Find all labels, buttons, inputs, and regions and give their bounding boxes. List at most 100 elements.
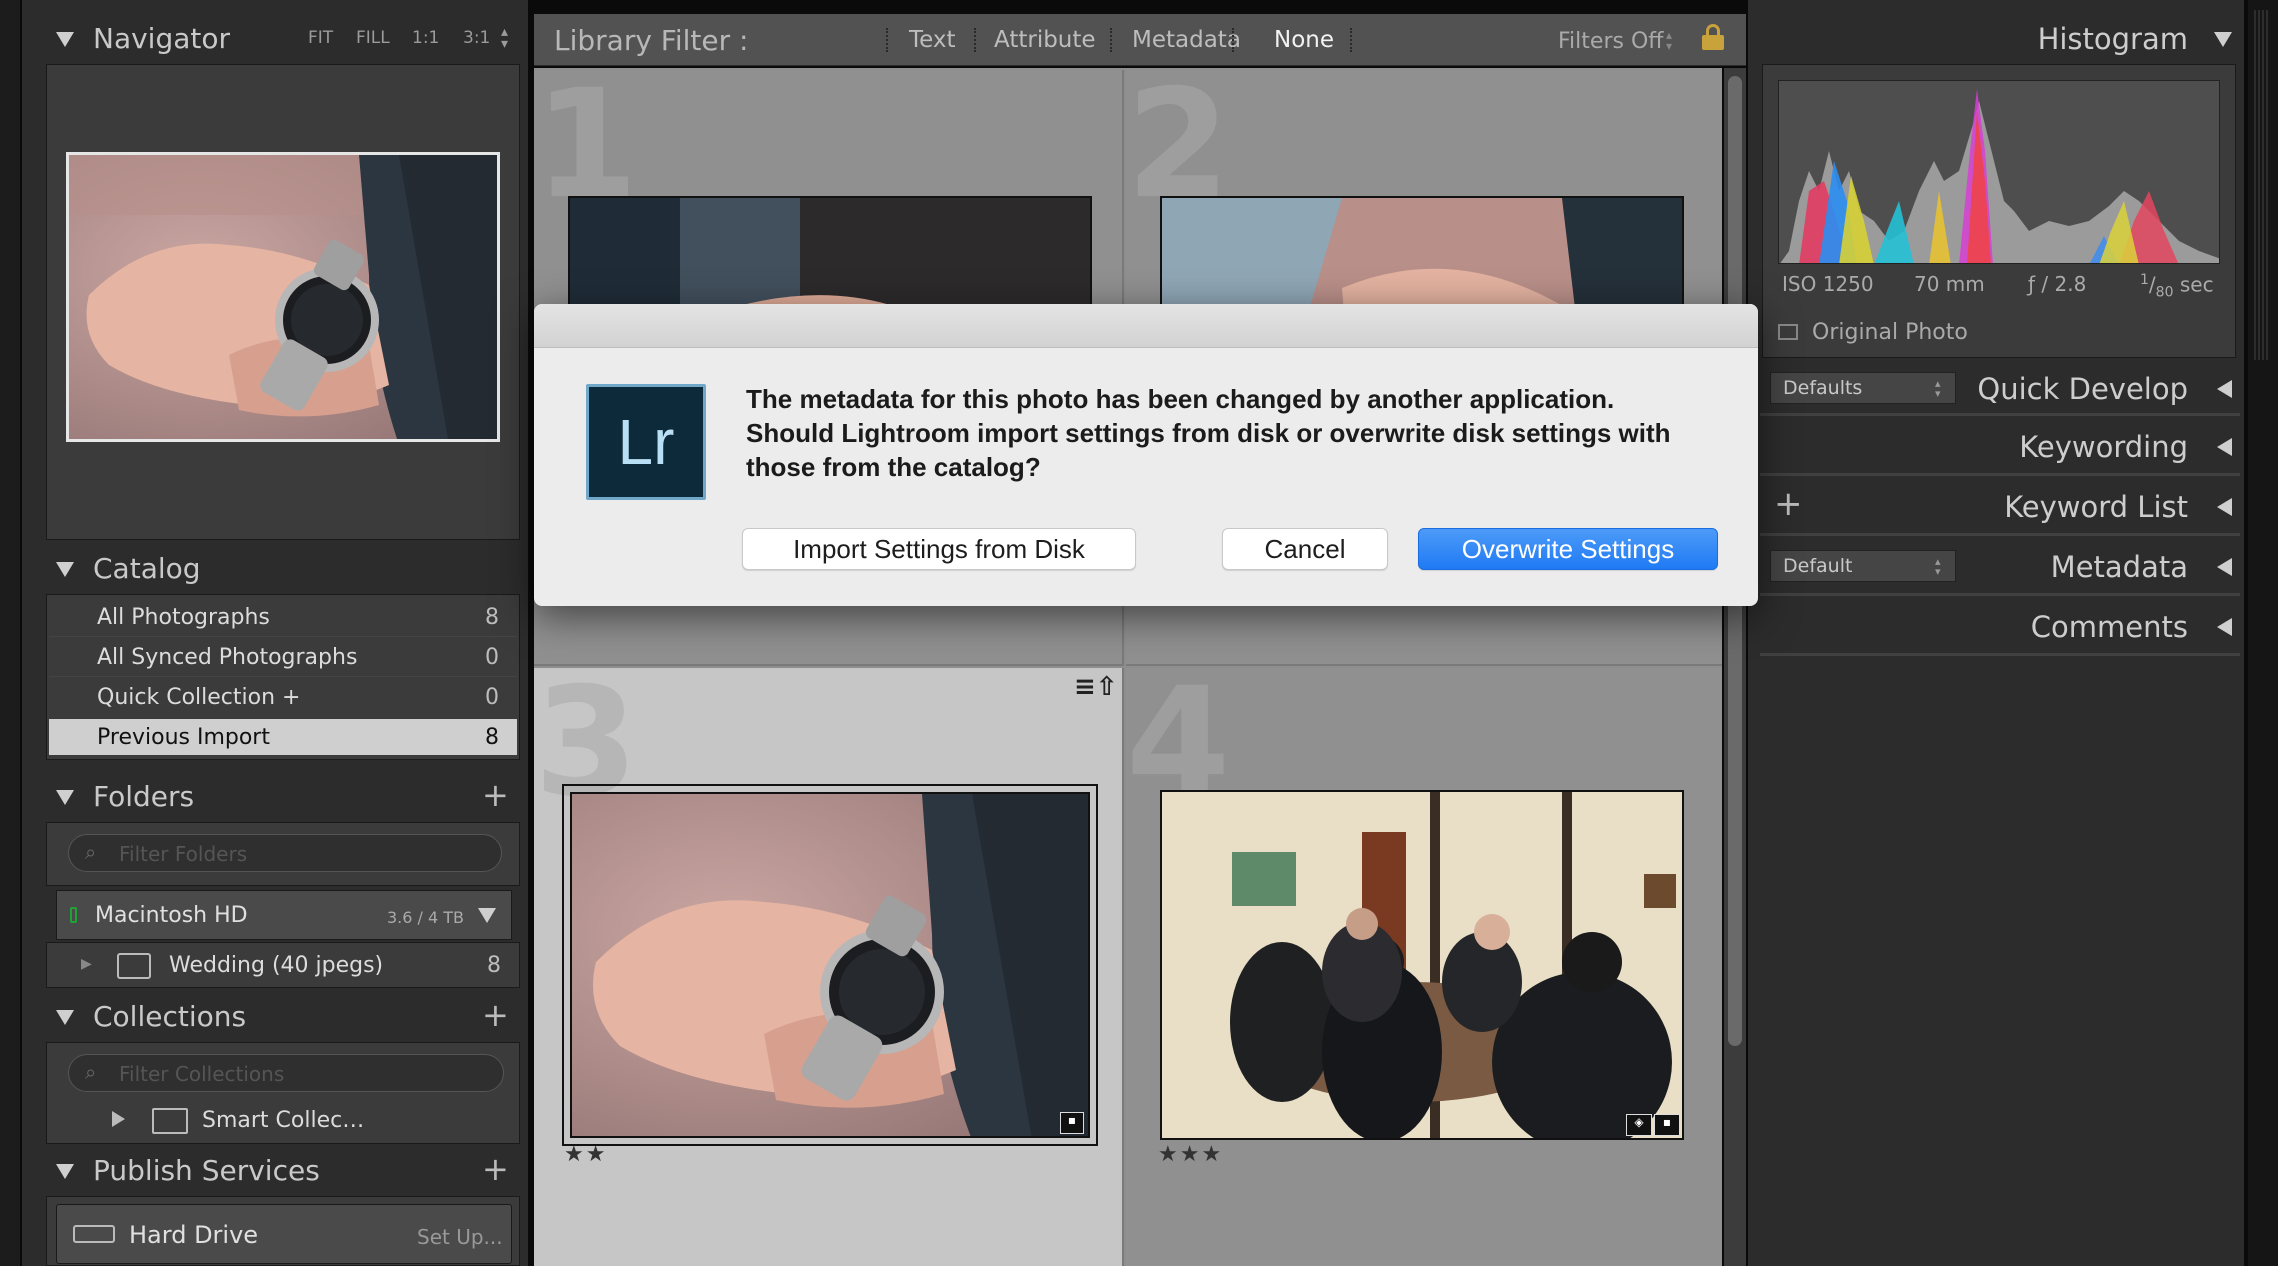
comments-title: Comments — [2030, 610, 2188, 644]
comments-header[interactable]: Comments — [1760, 604, 2240, 656]
keyword-list-header[interactable]: + Keyword List — [1760, 484, 2240, 536]
collection-disclosure-icon[interactable] — [112, 1111, 125, 1127]
filter-tab-attribute[interactable]: Attribute — [994, 27, 1096, 53]
comment-badge-icon[interactable]: ▪ — [1654, 1114, 1680, 1136]
volume-expand-icon[interactable] — [478, 908, 496, 923]
smart-collection-icon — [152, 1108, 188, 1134]
zoom-1to1[interactable]: 1:1 — [412, 28, 439, 48]
histogram-chart — [1780, 89, 2219, 263]
collection-item-smart[interactable]: Smart Collec… — [48, 1100, 518, 1140]
grid-photo-3[interactable]: ▪ — [570, 792, 1090, 1138]
catalog-item-all-photographs[interactable]: All Photographs 8 — [49, 599, 517, 637]
original-photo-label: Original Photo — [1812, 320, 1968, 345]
exif-shutter-unit: sec — [2179, 272, 2214, 297]
watch-photo-image — [69, 155, 497, 439]
quick-develop-preset-select[interactable]: Defaults ▴ ▾ — [1770, 372, 1956, 404]
collapse-triangle-icon[interactable] — [56, 1164, 74, 1179]
keyword-list-title: Keyword List — [2004, 490, 2188, 524]
catalog-item-label: Previous Import — [97, 725, 270, 750]
filter-divider — [974, 28, 976, 52]
publish-services-header[interactable]: Publish Services + — [40, 1150, 520, 1194]
folder-row-wedding[interactable]: ▶ Wedding (40 jpegs) 8 — [46, 942, 520, 988]
catalog-header[interactable]: Catalog — [40, 548, 520, 592]
preset-value: Default — [1783, 555, 1853, 577]
publish-service-hard-drive[interactable]: Hard Drive Set Up... — [56, 1204, 512, 1264]
catalog-item-count: 8 — [485, 725, 499, 750]
add-publish-plus-icon[interactable]: + — [482, 1150, 509, 1188]
expand-triangle-icon[interactable] — [2217, 618, 2232, 636]
filter-divider — [886, 28, 888, 52]
expand-triangle-icon[interactable] — [2217, 438, 2232, 456]
zoom-3to1[interactable]: 3:1 — [463, 28, 490, 48]
import-settings-from-disk-button[interactable]: Import Settings from Disk — [742, 528, 1136, 570]
navigator-title: Navigator — [93, 22, 231, 55]
publish-setup-link[interactable]: Set Up... — [417, 1225, 503, 1249]
dialog-message: The metadata for this photo has been cha… — [746, 384, 1671, 482]
filter-tab-metadata[interactable]: Metadata — [1132, 27, 1241, 53]
lock-icon[interactable] — [1702, 24, 1724, 50]
catalog-title: Catalog — [93, 552, 201, 585]
keywording-header[interactable]: Keywording — [1760, 424, 2240, 476]
metadata-changed-warning-icon[interactable]: ≡⇧ — [1074, 672, 1118, 702]
metadata-conflict-dialog: Lr The metadata for this photo has been … — [534, 304, 1758, 606]
grid-cell-rating[interactable]: ★★★ — [1158, 1142, 1223, 1167]
collections-header[interactable]: Collections + — [40, 996, 520, 1040]
right-edge-handle — [2254, 10, 2268, 360]
add-keyword-plus-icon[interactable]: + — [1774, 484, 1803, 524]
histogram-graph[interactable] — [1778, 80, 2220, 264]
filters-off-dropdown[interactable]: Filters Off — [1558, 29, 1663, 54]
photo-4-image — [1162, 792, 1682, 1138]
overwrite-settings-button[interactable]: Overwrite Settings — [1418, 528, 1718, 570]
lightroom-app-icon: Lr — [586, 384, 706, 500]
filter-folders-input[interactable]: ⌕ Filter Folders — [68, 834, 502, 872]
exif-aperture: ƒ / 2.8 — [2028, 272, 2087, 296]
add-collection-plus-icon[interactable]: + — [482, 996, 509, 1034]
cancel-button[interactable]: Cancel — [1222, 528, 1388, 570]
navigator-header[interactable]: Navigator FIT FILL 1:1 3:1 ▴ ▾ — [40, 18, 520, 62]
zoom-stepper-icon[interactable]: ▴ ▾ — [501, 25, 508, 51]
metadata-header[interactable]: Default ▴ ▾ Metadata — [1760, 544, 2240, 596]
folder-disclosure-icon[interactable]: ▶ — [81, 956, 92, 972]
exif-iso: ISO 1250 — [1782, 272, 1874, 296]
grid-photo-4[interactable]: ◈ ▪ — [1160, 790, 1684, 1140]
checkbox-icon[interactable] — [1778, 324, 1798, 340]
catalog-item-quick-collection[interactable]: Quick Collection + 0 — [49, 679, 517, 717]
filter-folders-placeholder: Filter Folders — [119, 842, 248, 866]
catalog-list: All Photographs 8 All Synced Photographs… — [46, 594, 520, 760]
volume-size: 3.6 / 4 TB — [387, 908, 465, 927]
preset-value: Defaults — [1783, 377, 1863, 399]
collapse-triangle-icon[interactable] — [2214, 32, 2232, 47]
catalog-item-count: 0 — [485, 685, 499, 710]
expand-triangle-icon[interactable] — [2217, 558, 2232, 576]
collapse-triangle-icon[interactable] — [56, 790, 74, 805]
metadata-preset-select[interactable]: Default ▴ ▾ — [1770, 550, 1956, 582]
navigator-preview-photo[interactable] — [66, 152, 500, 442]
grid-scrollbar-track[interactable] — [1724, 68, 1746, 1266]
filter-tab-none[interactable]: None — [1274, 27, 1334, 53]
filter-tab-text[interactable]: Text — [909, 27, 956, 53]
collapse-triangle-icon[interactable] — [56, 562, 74, 577]
filters-stepper-icon[interactable]: ▴ ▾ — [1666, 29, 1672, 52]
quick-develop-title: Quick Develop — [1977, 372, 2188, 406]
histogram-header[interactable]: Histogram — [1760, 18, 2240, 62]
catalog-item-count: 0 — [485, 645, 499, 670]
zoom-fit[interactable]: FIT — [308, 28, 333, 48]
catalog-item-label: All Photographs — [97, 605, 270, 630]
library-filter-title: Library Filter : — [554, 24, 749, 57]
folders-header[interactable]: Folders + — [40, 776, 520, 820]
comment-badge-icon[interactable]: ▪ — [1060, 1112, 1084, 1134]
expand-triangle-icon[interactable] — [2217, 498, 2232, 516]
volume-macintosh-hd[interactable]: Macintosh HD 3.6 / 4 TB — [56, 890, 512, 940]
original-photo-toggle[interactable]: Original Photo — [1778, 318, 2078, 348]
catalog-item-previous-import[interactable]: Previous Import 8 — [49, 719, 517, 755]
catalog-item-label: Quick Collection + — [97, 685, 301, 710]
catalog-item-all-synced[interactable]: All Synced Photographs 0 — [49, 639, 517, 677]
expand-triangle-icon[interactable] — [2217, 380, 2232, 398]
zoom-fill[interactable]: FILL — [356, 28, 390, 48]
collapse-triangle-icon[interactable] — [56, 32, 74, 47]
collapse-triangle-icon[interactable] — [56, 1010, 74, 1025]
quick-develop-header[interactable]: Defaults ▴ ▾ Quick Develop — [1760, 364, 2240, 416]
filter-collections-input[interactable]: ⌕ Filter Collections — [68, 1054, 504, 1092]
keyword-tag-badge-icon[interactable]: ◈ — [1626, 1114, 1652, 1136]
add-folder-plus-icon[interactable]: + — [482, 776, 509, 814]
